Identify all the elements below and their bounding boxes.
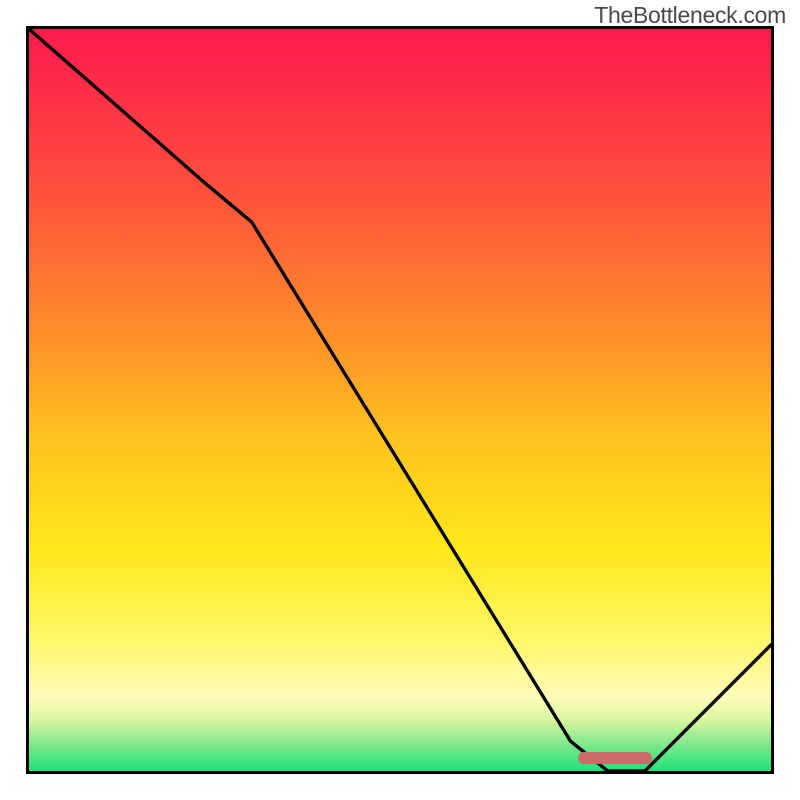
plot-frame bbox=[26, 26, 774, 774]
watermark-text: TheBottleneck.com bbox=[594, 2, 786, 29]
chart-container: TheBottleneck.com bbox=[0, 0, 800, 800]
bottleneck-curve bbox=[29, 29, 771, 771]
optimal-range-marker bbox=[578, 752, 652, 764]
